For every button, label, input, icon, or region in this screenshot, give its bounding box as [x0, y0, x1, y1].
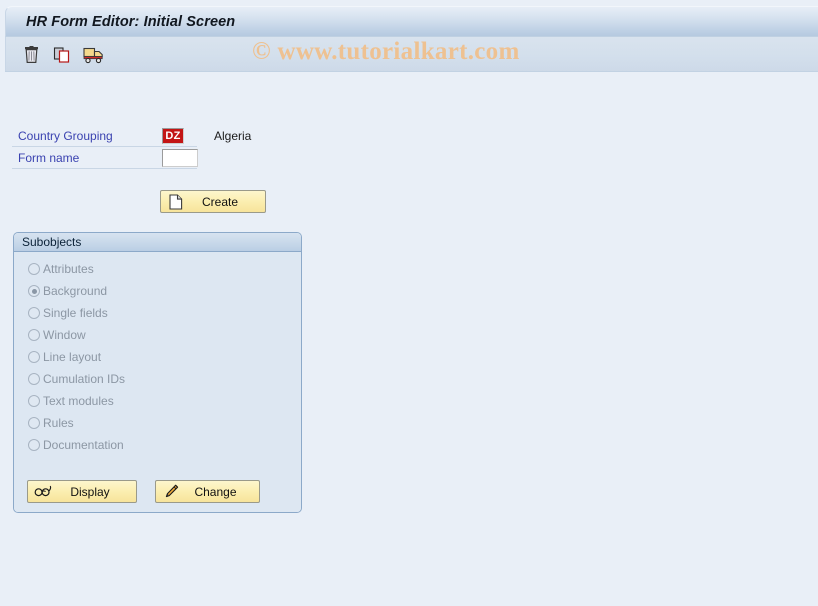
radio-label: Text modules — [43, 394, 114, 408]
radio-label: Documentation — [43, 438, 124, 452]
radio-icon — [28, 417, 40, 429]
create-button-wrap: Create — [160, 190, 266, 213]
radio-label: Window — [43, 328, 86, 342]
copy-icon — [53, 46, 70, 63]
subobjects-panel-title: Subobjects — [22, 235, 82, 249]
content-area: Country Grouping Algeria Form name Cr — [5, 72, 818, 606]
radio-option-background[interactable]: Background — [14, 280, 301, 302]
radio-label: Cumulation IDs — [43, 372, 126, 386]
display-button-label: Display — [70, 484, 110, 499]
radio-icon — [28, 439, 40, 451]
radio-icon-selected — [28, 285, 40, 297]
pencil-icon — [162, 483, 180, 501]
radio-icon — [28, 351, 40, 363]
radio-label: Rules — [43, 416, 74, 430]
copy-button[interactable] — [51, 44, 73, 66]
country-grouping-label: Country Grouping — [18, 129, 113, 143]
glasses-icon — [34, 483, 52, 501]
change-button[interactable]: Change — [155, 480, 260, 503]
delete-icon — [24, 45, 38, 63]
radio-option-text-modules[interactable]: Text modules — [14, 390, 301, 412]
radio-option-window[interactable]: Window — [14, 324, 301, 346]
page-title: HR Form Editor: Initial Screen — [26, 13, 236, 30]
delete-button[interactable] — [20, 44, 42, 66]
panel-action-buttons: Display Change — [27, 480, 260, 503]
subobjects-panel-body: Attributes Background Single fields Wind… — [14, 252, 301, 512]
create-button-label: Create — [201, 194, 239, 209]
radio-option-single-fields[interactable]: Single fields — [14, 302, 301, 324]
subobjects-panel: Subobjects Attributes Background Single … — [13, 232, 302, 513]
display-button[interactable]: Display — [27, 480, 137, 503]
radio-icon — [28, 395, 40, 407]
radio-label: Line layout — [43, 350, 102, 364]
form-name-row: Form name — [12, 147, 302, 169]
radio-label: Background — [43, 284, 108, 298]
toolbar — [5, 36, 818, 72]
radio-icon — [28, 307, 40, 319]
radio-label: Single fields — [43, 306, 108, 320]
form-name-label: Form name — [18, 151, 80, 165]
application-window: HR Form Editor: Initial Screen © www.tut… — [0, 0, 818, 606]
transport-icon — [82, 47, 103, 63]
new-document-icon — [167, 193, 185, 211]
change-button-label: Change — [194, 484, 237, 499]
country-grouping-row: Country Grouping Algeria — [12, 125, 302, 147]
row-underline — [12, 168, 197, 169]
radio-icon — [28, 263, 40, 275]
subobjects-panel-header: Subobjects — [14, 233, 301, 252]
radio-option-line-layout[interactable]: Line layout — [14, 346, 301, 368]
country-grouping-description: Algeria — [214, 129, 252, 143]
toolbar-icon-group — [6, 44, 104, 66]
radio-option-rules[interactable]: Rules — [14, 412, 301, 434]
form-name-input[interactable] — [162, 149, 198, 167]
form-fields: Country Grouping Algeria Form name — [12, 125, 302, 169]
radio-icon — [28, 373, 40, 385]
radio-label: Attributes — [43, 262, 94, 276]
country-grouping-input[interactable] — [162, 128, 184, 144]
radio-option-documentation[interactable]: Documentation — [14, 434, 301, 456]
radio-option-cumulation-ids[interactable]: Cumulation IDs — [14, 368, 301, 390]
create-button[interactable]: Create — [160, 190, 266, 213]
transport-button[interactable] — [82, 44, 104, 66]
radio-icon — [28, 329, 40, 341]
radio-option-attributes[interactable]: Attributes — [14, 258, 301, 280]
title-bar: HR Form Editor: Initial Screen — [5, 6, 818, 36]
